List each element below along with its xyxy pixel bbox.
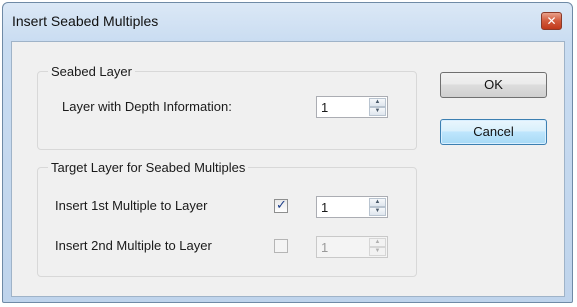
seabed-layer-group-title: Seabed Layer (48, 64, 135, 79)
depth-layer-spin-buttons: ▲ ▼ (369, 98, 386, 116)
title-bar[interactable]: Insert Seabed Multiples ✕ (3, 3, 572, 41)
target-layer-group-title: Target Layer for Seabed Multiples (48, 160, 249, 175)
first-multiple-value: 1 (321, 200, 329, 215)
spin-up-icon: ▲ (369, 238, 386, 247)
close-button[interactable]: ✕ (541, 12, 562, 30)
cancel-button[interactable]: Cancel (440, 119, 547, 145)
spin-down-icon: ▼ (369, 247, 386, 256)
spin-down-icon[interactable]: ▼ (369, 207, 386, 216)
second-multiple-checkbox[interactable] (274, 239, 288, 253)
depth-layer-spinbox[interactable]: 1 ▲ ▼ (316, 96, 388, 118)
seabed-layer-group: Seabed Layer Layer with Depth Informatio… (37, 64, 417, 150)
ok-button[interactable]: OK (440, 72, 547, 98)
depth-layer-label: Layer with Depth Information: (62, 99, 232, 114)
dialog-client-area: Seabed Layer Layer with Depth Informatio… (11, 41, 565, 297)
check-icon: ✓ (276, 197, 287, 212)
close-icon: ✕ (546, 14, 557, 28)
dialog-window: Insert Seabed Multiples ✕ Seabed Layer L… (2, 2, 573, 303)
first-multiple-spin-buttons: ▲ ▼ (369, 198, 386, 216)
second-multiple-label: Insert 2nd Multiple to Layer (55, 238, 212, 253)
first-multiple-spinbox[interactable]: 1 ▲ ▼ (316, 196, 388, 218)
second-multiple-spin-buttons: ▲ ▼ (369, 238, 386, 256)
first-multiple-label: Insert 1st Multiple to Layer (55, 198, 208, 213)
spin-up-icon[interactable]: ▲ (369, 98, 386, 107)
second-multiple-value: 1 (321, 240, 329, 255)
depth-layer-value: 1 (321, 100, 329, 115)
spin-up-icon[interactable]: ▲ (369, 198, 386, 207)
target-layer-group: Target Layer for Seabed Multiples Insert… (37, 160, 417, 277)
window-title: Insert Seabed Multiples (12, 13, 159, 29)
spin-down-icon[interactable]: ▼ (369, 107, 386, 116)
second-multiple-spinbox: 1 ▲ ▼ (316, 236, 388, 258)
first-multiple-checkbox[interactable]: ✓ (274, 197, 288, 213)
